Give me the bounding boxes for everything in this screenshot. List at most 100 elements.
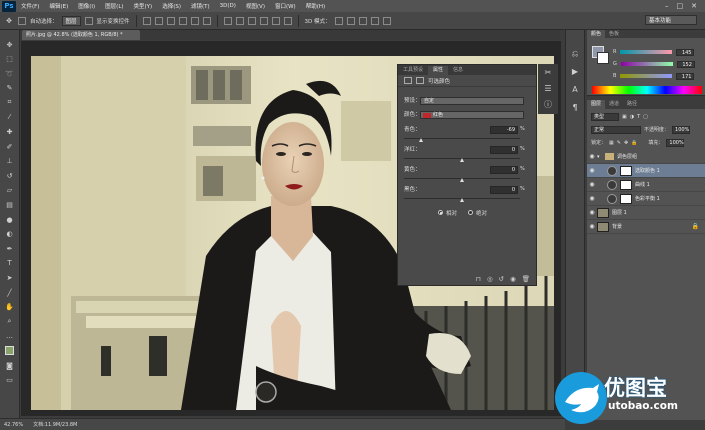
3d-rotate-icon[interactable]: [334, 16, 343, 25]
menu-layer[interactable]: 图层(L): [100, 2, 128, 10]
menu-select[interactable]: 选择(S): [157, 2, 186, 10]
filter-pixel-icon[interactable]: ▣: [622, 114, 627, 120]
info-icon[interactable]: ⓘ: [543, 99, 554, 110]
reset-icon[interactable]: ↺: [499, 275, 504, 283]
3d-drag-icon[interactable]: [358, 16, 367, 25]
minimize-icon[interactable]: –: [665, 2, 669, 10]
mask-icon[interactable]: [416, 77, 424, 84]
history-brush-tool-icon[interactable]: ↺: [5, 171, 15, 180]
align-top-icon[interactable]: [142, 16, 151, 25]
relative-radio[interactable]: [438, 210, 443, 215]
menu-image[interactable]: 图像(I): [73, 2, 100, 10]
lock-image-icon[interactable]: ✎: [617, 140, 621, 146]
layer-background[interactable]: ◉ 背景 🔒: [587, 220, 705, 234]
eraser-tool-icon[interactable]: ▱: [5, 186, 15, 195]
history-icon[interactable]: ⎌: [570, 48, 581, 59]
menu-file[interactable]: 文件(F): [16, 2, 44, 10]
cyan-value-input[interactable]: -69: [490, 126, 518, 134]
layer-color-balance[interactable]: ◉ 色彩平衡 1: [587, 192, 705, 206]
menu-view[interactable]: 视图(V): [241, 2, 270, 10]
shape-tool-icon[interactable]: ╱: [5, 288, 15, 297]
more-tools-icon[interactable]: …: [5, 332, 15, 341]
menu-help[interactable]: 帮助(H): [301, 2, 330, 10]
quick-mask-icon[interactable]: ◙: [5, 361, 15, 370]
distribute-top-icon[interactable]: [223, 16, 232, 25]
pen-tool-icon[interactable]: ✒: [5, 244, 15, 253]
distribute-center-icon[interactable]: [271, 16, 280, 25]
quick-select-tool-icon[interactable]: ✎: [5, 84, 15, 93]
align-middle-icon[interactable]: [154, 16, 163, 25]
black-slider-thumb[interactable]: [459, 198, 464, 202]
distribute-left-icon[interactable]: [259, 16, 268, 25]
black-value-input[interactable]: 0: [490, 186, 518, 194]
tab-info[interactable]: 信息: [448, 66, 468, 75]
filter-shape-icon[interactable]: ▢: [643, 114, 648, 120]
absolute-radio[interactable]: [468, 210, 473, 215]
paragraph-icon[interactable]: ¶: [570, 102, 581, 113]
green-slider[interactable]: [620, 62, 673, 66]
layer-mask-thumbnail[interactable]: [620, 193, 632, 204]
blend-mode-dropdown[interactable]: 正常: [591, 125, 641, 134]
red-value[interactable]: 145: [676, 48, 695, 56]
distribute-right-icon[interactable]: [283, 16, 292, 25]
eye-icon[interactable]: ◉: [587, 181, 597, 188]
eye-icon[interactable]: ◉: [587, 167, 597, 174]
filter-adjust-icon[interactable]: ◑: [630, 114, 634, 120]
character-icon[interactable]: A: [570, 84, 581, 95]
yellow-value-input[interactable]: 0: [490, 166, 518, 174]
tools-preset-icon[interactable]: ✂: [543, 67, 554, 78]
type-tool-icon[interactable]: T: [5, 259, 15, 268]
menu-edit[interactable]: 编辑(E): [44, 2, 73, 10]
tab-channels[interactable]: 通道: [605, 100, 623, 109]
tab-properties[interactable]: 属性: [428, 66, 449, 75]
brush-tool-icon[interactable]: ✐: [5, 142, 15, 151]
blue-slider[interactable]: [620, 74, 673, 78]
visibility-icon[interactable]: ◉: [510, 275, 516, 283]
expand-arrow-icon[interactable]: ▾: [597, 154, 605, 160]
foreground-color-swatch[interactable]: [5, 346, 14, 356]
layer-filter-dropdown[interactable]: 类型: [591, 112, 619, 121]
magenta-slider-thumb[interactable]: [459, 158, 464, 162]
menu-filter[interactable]: 滤镜(T): [186, 2, 215, 10]
color-spectrum[interactable]: [592, 86, 702, 94]
magenta-value-input[interactable]: 0: [490, 146, 518, 154]
3d-scale-icon[interactable]: [382, 16, 391, 25]
dodge-tool-icon[interactable]: ◐: [5, 230, 15, 239]
gradient-tool-icon[interactable]: ▤: [5, 201, 15, 210]
align-center-icon[interactable]: [190, 16, 199, 25]
view-previous-icon[interactable]: ◎: [487, 275, 493, 283]
marquee-tool-icon[interactable]: ⬚: [5, 55, 15, 64]
hand-tool-icon[interactable]: ✋: [5, 303, 15, 312]
red-slider[interactable]: [620, 50, 673, 54]
colors-dropdown[interactable]: 红色: [420, 111, 524, 119]
path-select-tool-icon[interactable]: ➤: [5, 274, 15, 283]
screen-mode-icon[interactable]: ▭: [5, 376, 15, 385]
distribute-middle-icon[interactable]: [235, 16, 244, 25]
eye-icon[interactable]: ◉: [587, 223, 597, 230]
eye-icon[interactable]: ◉: [587, 195, 597, 202]
maximize-icon[interactable]: □: [677, 2, 684, 10]
eye-icon[interactable]: ◉: [587, 209, 597, 216]
layer-1[interactable]: ◉ 图层 1: [587, 206, 705, 220]
align-bottom-icon[interactable]: [166, 16, 175, 25]
workspace-dropdown[interactable]: 基本功能: [645, 15, 697, 25]
properties-icon[interactable]: ☰: [543, 83, 554, 94]
clone-stamp-tool-icon[interactable]: ⊥: [5, 157, 15, 166]
eye-icon[interactable]: ◉: [587, 153, 597, 160]
cyan-slider-thumb[interactable]: [419, 138, 424, 142]
healing-brush-tool-icon[interactable]: ✚: [5, 128, 15, 137]
lock-transparent-icon[interactable]: ▦: [609, 140, 614, 146]
background-swatch[interactable]: [597, 52, 609, 64]
lock-position-icon[interactable]: ✥: [624, 140, 628, 146]
clip-to-layer-icon[interactable]: ⊓: [476, 275, 481, 283]
lasso-tool-icon[interactable]: ➰: [5, 69, 15, 78]
lock-all-icon[interactable]: 🔒: [631, 140, 637, 146]
filter-type-icon[interactable]: T: [637, 114, 640, 120]
crop-tool-icon[interactable]: ⌗: [5, 98, 15, 107]
move-tool-icon[interactable]: ✥: [4, 16, 14, 25]
close-icon[interactable]: ✕: [691, 2, 697, 10]
show-transform-checkbox[interactable]: [84, 16, 93, 25]
zoom-tool-icon[interactable]: ⌕: [5, 317, 15, 326]
distribute-bottom-icon[interactable]: [247, 16, 256, 25]
3d-roll-icon[interactable]: [346, 16, 355, 25]
